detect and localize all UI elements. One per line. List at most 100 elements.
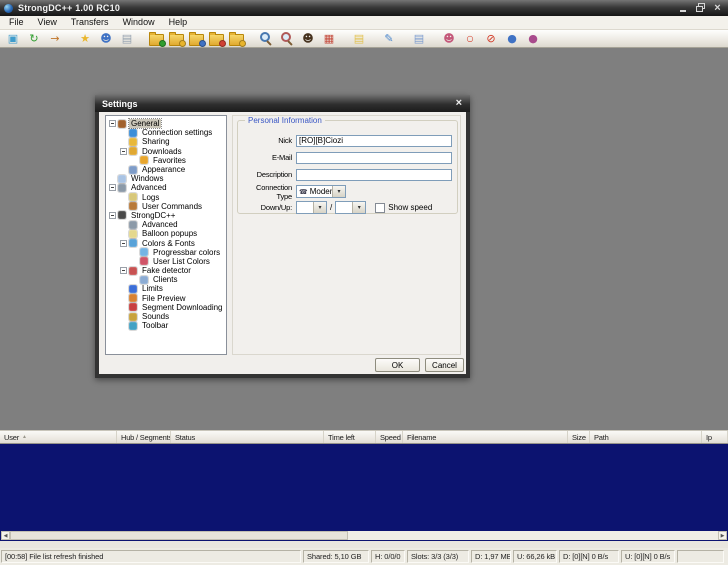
tree-item-label: Sounds <box>142 312 170 322</box>
description-field[interactable] <box>296 168 452 181</box>
settings-panel: Personal Information Nick E-Mail Descrip… <box>232 115 461 355</box>
tree-expander-icon[interactable] <box>109 184 116 192</box>
column-status[interactable]: Status <box>171 431 324 443</box>
waiting-users-icon[interactable] <box>189 32 206 47</box>
tree-item-user-list-colors[interactable]: User List Colors <box>106 257 226 266</box>
tree-item-connection-settings[interactable]: Connection settings <box>106 128 226 137</box>
public-hubs-icon[interactable]: ▣ <box>5 31 21 46</box>
favorite-hubs-icon[interactable]: ★ <box>77 31 93 46</box>
network-statistics-icon[interactable]: ▦ <box>321 31 337 46</box>
column-time-left[interactable]: Time left <box>324 431 376 443</box>
menu-view[interactable]: View <box>31 16 64 29</box>
tree-item-balloon-popups[interactable]: Balloon popups <box>106 229 226 238</box>
tree-item-label: General <box>127 118 163 130</box>
email-label: E-Mail <box>271 153 292 162</box>
tree-item-toolbar[interactable]: Toolbar <box>106 321 226 330</box>
scroll-right-icon[interactable]: ▶ <box>718 531 727 540</box>
tree-item-sharing[interactable]: Sharing <box>106 137 226 146</box>
adl-search-icon[interactable]: ☻ <box>300 31 316 46</box>
finished-downloads-icon[interactable] <box>169 32 186 47</box>
tree-item-limits[interactable]: Limits <box>106 284 226 293</box>
tree-item-segment-downloading[interactable]: Segment Downloading <box>106 303 226 312</box>
follow-redirect-icon[interactable]: → <box>47 31 63 46</box>
system-log-icon[interactable]: ▤ <box>411 31 427 46</box>
dialog-titlebar[interactable]: Settings × <box>95 95 470 112</box>
connection-type-value: Modem <box>309 187 332 196</box>
horizontal-scrollbar[interactable]: ◀ ▶ <box>1 531 727 540</box>
shutdown-icon[interactable]: ⊘ <box>483 31 499 46</box>
tree-expander-icon[interactable] <box>120 147 127 155</box>
column-user[interactable]: User ▲ <box>0 431 117 443</box>
tree-item-progressbar-colors[interactable]: Progressbar colors <box>106 248 226 257</box>
about-icon[interactable]: ● <box>525 31 541 46</box>
upload-queue-icon[interactable] <box>229 32 246 47</box>
column-speed[interactable]: Speed <box>376 431 403 443</box>
search-spy-icon[interactable] <box>279 31 295 46</box>
chevron-down-icon[interactable]: ▾ <box>352 202 366 213</box>
column-hub-segments[interactable]: Hub / Segments <box>117 431 171 443</box>
tree-expander-icon[interactable] <box>109 120 116 128</box>
tree-item-colors-fonts[interactable]: Colors & Fonts <box>106 238 226 248</box>
tree-item-strongdc[interactable]: StrongDC++ <box>106 211 226 220</box>
connection-type-select[interactable]: ☎ Modem ▾ <box>296 185 346 198</box>
tree-item-sounds[interactable]: Sounds <box>106 312 226 321</box>
down-up-row: Down/Up: ▾ / ▾ Show speed <box>240 201 452 214</box>
search-icon[interactable] <box>258 31 274 46</box>
nick-field[interactable] <box>296 134 452 147</box>
scroll-left-icon[interactable]: ◀ <box>1 531 10 540</box>
users-icon[interactable]: ☻ <box>441 31 457 46</box>
tree-expander-icon[interactable] <box>120 267 127 275</box>
tree-item-favorites[interactable]: Favorites <box>106 156 226 165</box>
restore-icon[interactable] <box>695 3 706 13</box>
download-queue-icon[interactable] <box>149 32 166 47</box>
settings-icon[interactable]: ✎ <box>381 31 397 46</box>
chevron-down-icon[interactable]: ▾ <box>313 202 326 213</box>
close-icon[interactable]: × <box>712 2 723 13</box>
tree-item-logs[interactable]: Logs <box>106 193 226 202</box>
status-hubs: H: 0/0/0 <box>371 550 405 563</box>
notepad-icon[interactable]: ▤ <box>351 31 367 46</box>
column-ip[interactable]: Ip <box>702 431 728 443</box>
tree-item-sdc-advanced[interactable]: Advanced <box>106 220 226 229</box>
column-filename[interactable]: Filename <box>403 431 568 443</box>
finished-uploads-icon[interactable] <box>209 32 226 47</box>
personal-information-group: Personal Information Nick E-Mail Descrip… <box>237 116 458 214</box>
ok-button[interactable]: OK <box>375 358 420 372</box>
chevron-down-icon[interactable]: ▾ <box>332 186 345 197</box>
menu-window[interactable]: Window <box>116 16 162 29</box>
tree-item-windows[interactable]: Windows <box>106 174 226 183</box>
tree-item-downloads[interactable]: Downloads <box>106 147 226 156</box>
menu-help[interactable]: Help <box>162 16 195 29</box>
column-path[interactable]: Path <box>590 431 702 443</box>
connection-type-row: Connection Type ☎ Modem ▾ <box>240 183 452 201</box>
scrollbar-thumb[interactable] <box>10 531 348 540</box>
email-field[interactable] <box>296 151 452 164</box>
show-speed-checkbox[interactable] <box>375 202 386 213</box>
away-icon[interactable]: ○ <box>464 33 476 45</box>
reconnect-icon[interactable]: ↻ <box>26 31 42 46</box>
menu-transfers[interactable]: Transfers <box>64 16 116 29</box>
show-speed-label: Show speed <box>388 203 433 212</box>
transfers-list[interactable]: ◀ ▶ <box>0 444 728 541</box>
favorite-users-icon[interactable]: ☻ <box>98 31 114 46</box>
tree-item-advanced[interactable]: Advanced <box>106 183 226 192</box>
menu-file[interactable]: File <box>2 16 31 29</box>
tree-expander-icon[interactable] <box>120 239 127 247</box>
dialog-close-icon[interactable]: × <box>456 98 462 109</box>
tree-item-file-preview[interactable]: File Preview <box>106 294 226 303</box>
tree-item-appearance[interactable]: Appearance <box>106 165 226 174</box>
group-title: Personal Information <box>245 116 325 125</box>
own-filelist-icon[interactable]: ▤ <box>119 31 135 46</box>
up-speed-select[interactable]: ▾ <box>335 201 367 214</box>
tree-item-user-commands[interactable]: User Commands <box>106 202 226 211</box>
cancel-button[interactable]: Cancel <box>425 358 464 372</box>
tree-item-general[interactable]: General <box>106 118 226 130</box>
tree-item-fake-detector[interactable]: Fake detector <box>106 266 226 275</box>
update-icon[interactable]: ● <box>504 31 520 46</box>
column-size[interactable]: Size <box>568 431 590 443</box>
tree-expander-icon[interactable] <box>109 211 116 219</box>
tree-item-clients[interactable]: Clients <box>106 275 226 284</box>
minimize-icon[interactable] <box>678 3 689 13</box>
description-row: Description <box>240 168 452 181</box>
down-speed-select[interactable]: ▾ <box>296 201 327 214</box>
